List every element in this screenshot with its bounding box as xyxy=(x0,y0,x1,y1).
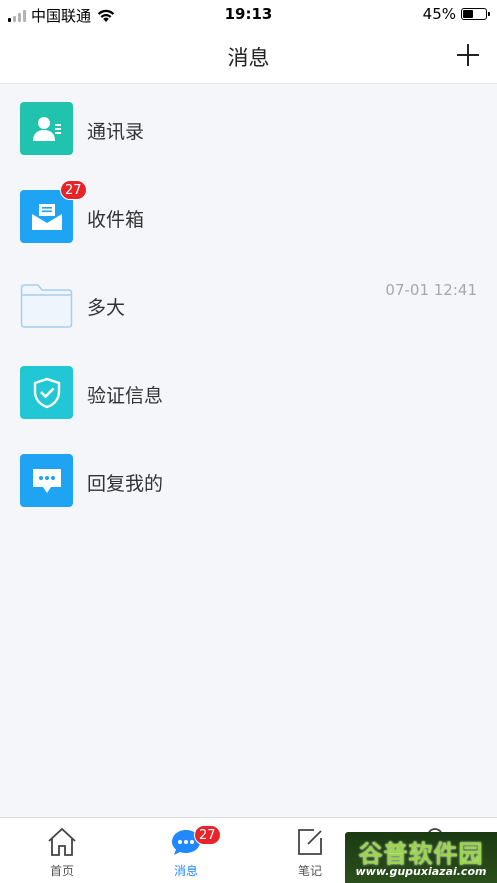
status-bar: 中国联通 19:13 45% xyxy=(0,0,497,28)
edit-note-icon xyxy=(298,829,322,855)
tab-messages[interactable]: 27 消息 xyxy=(124,818,248,883)
list-item-label: 验证信息 xyxy=(87,385,164,407)
list-item-label: 收件箱 xyxy=(87,209,145,231)
home-icon xyxy=(48,827,76,856)
status-right: 45% xyxy=(422,5,490,23)
folder-icon xyxy=(20,278,73,331)
plus-icon[interactable] xyxy=(455,42,481,68)
folder-time: 07-01 12:41 xyxy=(385,281,477,299)
watermark-logo: 谷普软件园 www.gupuxiazai.com xyxy=(345,832,497,883)
nav-header: 消息 xyxy=(0,28,497,84)
battery-percent: 45% xyxy=(422,5,456,23)
battery-icon xyxy=(461,8,490,20)
list-item-folder[interactable]: 多大 xyxy=(0,261,497,349)
inbox-badge: 27 xyxy=(60,180,87,200)
shield-check-icon xyxy=(20,366,73,419)
watermark-title: 谷普软件园 xyxy=(358,840,484,868)
watermark-url: www.gupuxiazai.com xyxy=(355,865,487,878)
battery-fill xyxy=(463,10,473,18)
list-item-contacts[interactable]: 通讯录 xyxy=(0,85,497,173)
messages-tab-badge: 27 xyxy=(194,825,221,845)
contact-card-icon xyxy=(20,102,73,155)
tab-label: 首页 xyxy=(49,864,74,878)
page-title: 消息 xyxy=(227,46,270,70)
tab-label: 消息 xyxy=(173,864,198,878)
list-item-verification[interactable]: 验证信息 xyxy=(0,349,497,437)
list-item-label: 通讯录 xyxy=(87,121,145,143)
messages-screen: 中国联通 19:13 45% 消息 通讯录 27 收件箱 多大 验证信息 回复我… xyxy=(0,0,497,883)
message-list: 通讯录 27 收件箱 多大 验证信息 回复我的 xyxy=(0,85,497,525)
chat-bubble-icon xyxy=(20,454,73,507)
list-item-inbox[interactable]: 27 收件箱 xyxy=(0,173,497,261)
list-item-label: 回复我的 xyxy=(87,473,164,495)
tab-home[interactable]: 首页 xyxy=(0,818,124,883)
list-item-label: 多大 xyxy=(87,297,126,319)
list-item-replies[interactable]: 回复我的 xyxy=(0,437,497,525)
